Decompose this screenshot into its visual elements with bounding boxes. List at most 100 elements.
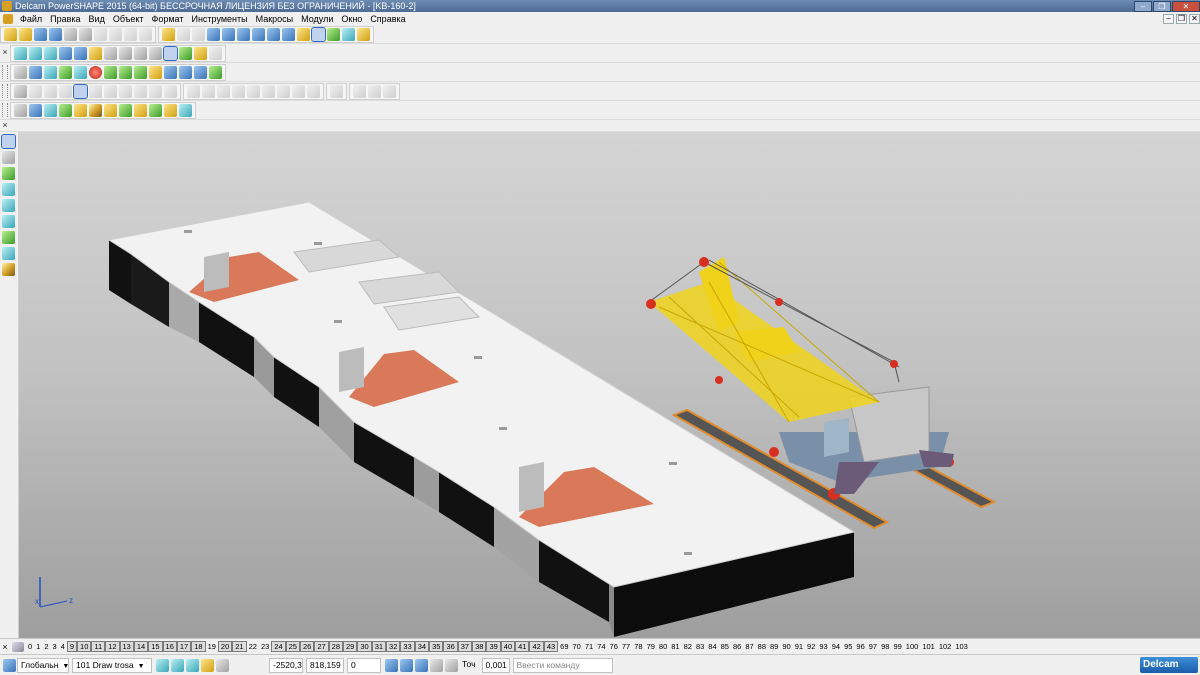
zoom-window-icon[interactable]	[59, 46, 72, 60]
forward-icon[interactable]	[134, 65, 147, 79]
surface-edit-icon[interactable]	[29, 84, 42, 98]
level-button[interactable]: 70	[571, 642, 583, 653]
document-icon[interactable]	[3, 13, 13, 24]
solid-cut-icon[interactable]	[307, 84, 320, 98]
level-button[interactable]: 77	[620, 642, 632, 653]
absolute-coordinates-icon[interactable]	[400, 658, 413, 672]
animate-icon[interactable]	[164, 103, 177, 117]
workplane-select[interactable]: Глобальн ▼	[17, 657, 69, 673]
level-button[interactable]: 17	[176, 640, 192, 652]
electrode-icon[interactable]	[2, 215, 15, 228]
menu-window[interactable]: Окно	[337, 14, 366, 24]
motion-icon[interactable]	[179, 103, 192, 117]
app-icon[interactable]	[2, 1, 12, 11]
level-button[interactable]: 79	[645, 642, 657, 653]
doc-minimize-button[interactable]: –	[1163, 13, 1174, 24]
level-button[interactable]: 33	[400, 640, 415, 652]
level-button[interactable]: 91	[793, 642, 805, 653]
level-button[interactable]: 9	[66, 640, 78, 652]
tolerance-value[interactable]: 0,001	[481, 657, 510, 673]
lighting-icon[interactable]	[194, 46, 207, 60]
graphics-viewport[interactable]: x z	[19, 132, 1200, 638]
level-button[interactable]: 35	[429, 640, 444, 652]
level-button[interactable]: 22	[247, 642, 259, 653]
add-component-icon[interactable]	[59, 103, 72, 117]
level-button[interactable]: 43	[543, 640, 559, 652]
workplane-status-icon[interactable]	[3, 658, 16, 672]
eraser-icon[interactable]	[139, 27, 152, 41]
level-button[interactable]: 71	[583, 642, 595, 653]
level-button[interactable]: 31	[371, 640, 387, 652]
sheet-metal-icon[interactable]	[2, 247, 15, 260]
blend-icon[interactable]	[164, 84, 177, 98]
tolerance-icon[interactable]	[445, 658, 458, 672]
level-button[interactable]: 86	[731, 642, 743, 653]
wizard-icon[interactable]	[357, 27, 370, 41]
solid-intersect-icon[interactable]	[292, 84, 305, 98]
solid-icon[interactable]	[311, 26, 326, 42]
level-button[interactable]: 40	[500, 640, 516, 652]
level-button[interactable]: 76	[608, 642, 620, 653]
level-button[interactable]: 19	[206, 642, 218, 653]
level-button[interactable]: 69	[558, 642, 570, 653]
surface-icon[interactable]	[327, 27, 340, 41]
mirror-icon[interactable]	[368, 84, 381, 98]
close-button[interactable]: ✕	[1172, 0, 1200, 12]
pan-icon[interactable]	[74, 46, 87, 60]
level-button[interactable]: 27	[314, 640, 329, 652]
select-arrow-icon[interactable]	[14, 84, 27, 98]
play-icon[interactable]	[119, 65, 132, 79]
level-button[interactable]: 80	[657, 642, 669, 653]
close-toolbar-icon[interactable]: ×	[0, 120, 10, 131]
fillet-icon[interactable]	[59, 84, 72, 98]
zoom-out-icon[interactable]	[119, 46, 132, 60]
dimension-icon[interactable]	[297, 27, 310, 41]
level-button[interactable]: 100	[904, 642, 921, 653]
level-button[interactable]: 30	[357, 640, 372, 652]
mesh-icon[interactable]	[342, 27, 355, 41]
solid-union-icon[interactable]	[262, 84, 275, 98]
material-icon[interactable]	[59, 65, 72, 79]
command-input[interactable]: Ввести команду	[512, 657, 613, 673]
level-select[interactable]: 101 Draw trosa ▼	[72, 657, 152, 673]
shaded-view-icon[interactable]	[163, 45, 178, 61]
axis-icon[interactable]	[29, 103, 42, 117]
component-icon[interactable]	[44, 103, 57, 117]
save-as-icon[interactable]	[49, 27, 62, 41]
mate-icon[interactable]	[134, 103, 147, 117]
level-button[interactable]: 21	[232, 640, 247, 652]
level-button[interactable]: 13	[119, 640, 134, 652]
extrude-icon[interactable]	[104, 84, 117, 98]
level-button[interactable]: 24	[271, 640, 286, 652]
curve-icon[interactable]	[267, 27, 280, 41]
level-button[interactable]: 10	[77, 640, 92, 652]
restore-button[interactable]: ❐	[1153, 0, 1171, 12]
level-button[interactable]: 38	[472, 640, 487, 652]
level-button[interactable]: 25	[285, 640, 300, 652]
selected-tool-icon[interactable]	[73, 83, 88, 99]
snap-icon[interactable]	[156, 658, 169, 672]
menu-macros[interactable]: Макросы	[252, 14, 298, 24]
minimize-button[interactable]: –	[1134, 0, 1152, 12]
zoom-in-icon[interactable]	[104, 46, 117, 60]
zoom-icon[interactable]	[149, 46, 162, 60]
table-icon[interactable]	[194, 65, 207, 79]
info-icon[interactable]	[179, 65, 192, 79]
level-button[interactable]: 81	[669, 642, 681, 653]
coordinate-z[interactable]: 0	[347, 657, 381, 673]
offset-icon[interactable]	[89, 84, 102, 98]
save-icon[interactable]	[34, 27, 47, 41]
toolbar-grip[interactable]	[2, 65, 8, 79]
print-icon[interactable]	[64, 27, 77, 41]
cut-icon[interactable]	[79, 27, 92, 41]
level-button[interactable]: 78	[632, 642, 644, 653]
feature-icon[interactable]	[2, 263, 15, 276]
menu-edit[interactable]: Правка	[46, 14, 84, 24]
level-button[interactable]: 95	[842, 642, 854, 653]
top-view-icon[interactable]	[29, 46, 42, 60]
solid-box-icon[interactable]	[187, 84, 200, 98]
delete-icon[interactable]	[124, 27, 137, 41]
level-button[interactable]: 29	[343, 640, 358, 652]
level-button[interactable]: 93	[817, 642, 829, 653]
green-sphere-icon[interactable]	[104, 65, 117, 79]
